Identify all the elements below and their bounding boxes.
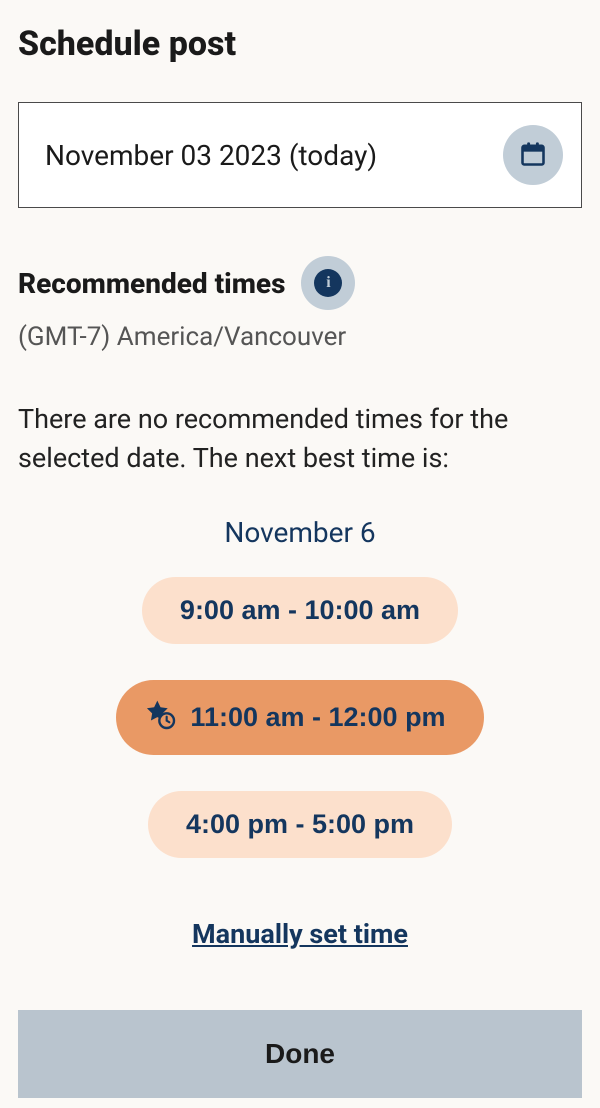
date-picker[interactable]: November 03 2023 (today) — [18, 102, 582, 208]
manually-set-time-link[interactable]: Manually set time — [18, 918, 582, 950]
calendar-icon — [519, 140, 547, 171]
star-clock-icon — [144, 698, 176, 737]
recommended-title: Recommended times — [18, 267, 285, 300]
time-slot-label: 4:00 pm - 5:00 pm — [186, 809, 414, 840]
time-slot[interactable]: 9:00 am - 10:00 am — [142, 577, 458, 644]
recommended-header: Recommended times i — [18, 256, 582, 310]
no-times-message: There are no recommended times for the s… — [18, 400, 582, 478]
calendar-button[interactable] — [503, 125, 563, 185]
page-title: Schedule post — [18, 24, 582, 64]
alternative-date: November 6 — [18, 516, 582, 549]
info-button[interactable]: i — [301, 256, 355, 310]
timezone-label: (GMT-7) America/Vancouver — [18, 322, 582, 352]
time-slot-label: 9:00 am - 10:00 am — [180, 595, 420, 626]
done-button[interactable]: Done — [18, 1010, 582, 1098]
time-slots-list: 9:00 am - 10:00 am 11:00 am - 12:00 pm 4… — [18, 577, 582, 858]
date-picker-value: November 03 2023 (today) — [45, 139, 377, 172]
time-slot[interactable]: 4:00 pm - 5:00 pm — [148, 791, 452, 858]
time-slot-label: 11:00 am - 12:00 pm — [190, 702, 445, 733]
time-slot-selected[interactable]: 11:00 am - 12:00 pm — [116, 680, 483, 755]
info-icon: i — [314, 269, 342, 297]
